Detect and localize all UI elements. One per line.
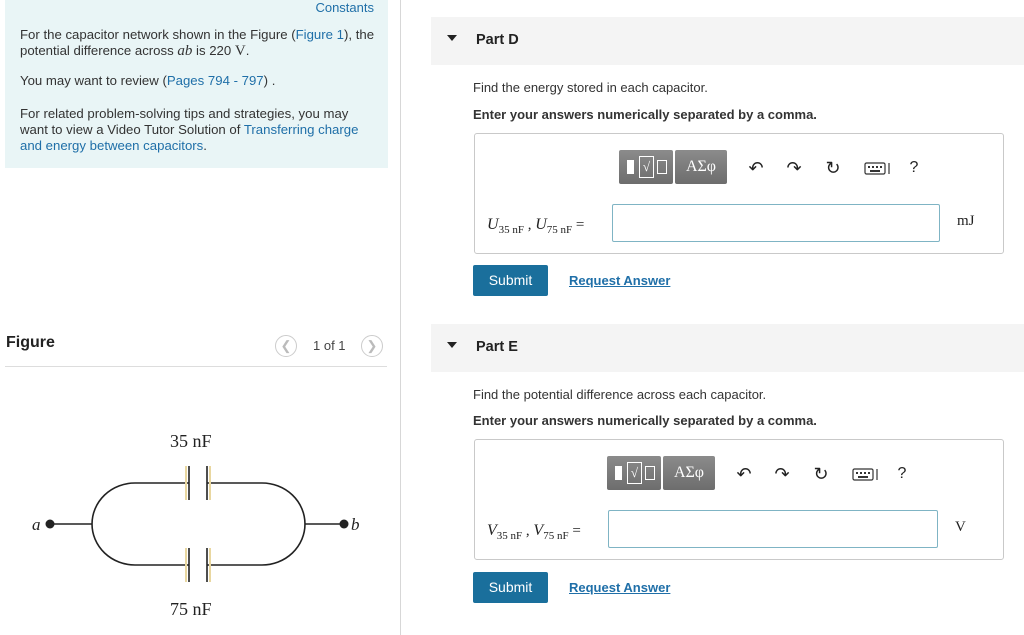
greek-symbols-button[interactable]: ΑΣφ xyxy=(675,150,727,184)
left-panel: Constants For the capacitor network show… xyxy=(0,0,400,635)
reset-icon[interactable]: ↻ xyxy=(809,462,833,486)
help-icon[interactable]: ? xyxy=(902,156,926,180)
part-e: Part E Find the potential difference acr… xyxy=(431,324,1024,614)
capacitor-bottom xyxy=(188,548,208,582)
reset-icon[interactable]: ↻ xyxy=(821,156,845,180)
keyboard-icon[interactable] xyxy=(851,462,881,486)
part-d-instruction: Enter your answers numerically separated… xyxy=(473,107,817,122)
cap-bottom-label: 75 nF xyxy=(170,599,212,619)
part-d-title: Part D xyxy=(476,32,519,48)
sqrt-icon: √ xyxy=(627,462,642,484)
part-e-instruction: Enter your answers numerically separated… xyxy=(473,413,817,428)
node-a-label: a xyxy=(32,515,41,534)
part-e-answer-input[interactable] xyxy=(608,510,938,548)
part-e-header[interactable]: Part E xyxy=(431,324,1024,372)
node-b-dot xyxy=(339,519,349,529)
problem-intro: Constants For the capacitor network show… xyxy=(5,0,388,168)
panel-divider xyxy=(400,0,401,635)
wire-right-arc xyxy=(261,482,306,566)
part-d-prompt: Find the energy stored in each capacitor… xyxy=(473,80,708,95)
chevron-left-icon[interactable]: ❮ xyxy=(275,335,297,357)
figure-divider xyxy=(5,366,387,367)
part-d-header[interactable]: Part D xyxy=(431,17,1024,65)
sqrt-icon: √ xyxy=(639,156,654,178)
part-d: Part D Find the energy stored in each ca… xyxy=(431,17,1024,307)
help-icon[interactable]: ? xyxy=(890,462,914,486)
part-e-title: Part E xyxy=(476,339,518,355)
node-b-label: b xyxy=(351,515,360,534)
caret-down-icon[interactable] xyxy=(447,342,457,348)
keyboard-icon[interactable] xyxy=(863,156,893,180)
figure-title: Figure xyxy=(6,334,55,351)
pages-link[interactable]: Pages 794 - 797 xyxy=(167,73,264,88)
part-d-answer-input[interactable] xyxy=(612,204,940,242)
part-e-answer-box: √ ΑΣφ ↶ ↷ ↻ ? V35 nF , V75 nF = V xyxy=(474,439,1004,560)
constants-link[interactable]: Constants xyxy=(315,0,374,15)
node-a-dot xyxy=(45,519,55,529)
part-d-request-answer-link[interactable]: Request Answer xyxy=(569,273,670,288)
chevron-right-icon[interactable]: ❯ xyxy=(361,335,383,357)
tutor-hint: For related problem-solving tips and str… xyxy=(20,106,359,153)
undo-icon[interactable]: ↶ xyxy=(744,156,768,180)
greek-symbols-button[interactable]: ΑΣφ xyxy=(663,456,715,490)
figure-link[interactable]: Figure 1 xyxy=(296,27,344,42)
part-d-answer-box: √ ΑΣφ ↶ ↷ ↻ ? U35 nF , U75 nF = mJ xyxy=(474,133,1004,254)
undo-icon[interactable]: ↶ xyxy=(732,462,756,486)
part-e-unit: V xyxy=(955,519,966,535)
part-e-prompt: Find the potential difference across eac… xyxy=(473,387,767,402)
redo-icon[interactable]: ↷ xyxy=(770,462,794,486)
page-count: 1 of 1 xyxy=(313,338,346,353)
part-d-unit: mJ xyxy=(957,213,975,229)
problem-statement: For the capacitor network shown in the F… xyxy=(20,27,375,59)
redo-icon[interactable]: ↷ xyxy=(782,156,806,180)
cap-top-label: 35 nF xyxy=(170,431,212,451)
review-pages: You may want to review (Pages 794 - 797)… xyxy=(20,73,276,88)
wire-left-arc xyxy=(91,482,136,566)
templates-button[interactable]: √ xyxy=(607,456,661,490)
caret-down-icon[interactable] xyxy=(447,35,457,41)
part-d-submit-button[interactable]: Submit xyxy=(473,265,548,296)
capacitor-circuit-diagram: a b 35 nF 75 nF xyxy=(32,431,360,619)
templates-button[interactable]: √ xyxy=(619,150,673,184)
part-e-request-answer-link[interactable]: Request Answer xyxy=(569,580,670,595)
capacitor-top xyxy=(188,466,208,500)
part-d-variable-label: U35 nF , U75 nF = xyxy=(487,216,585,236)
part-e-variable-label: V35 nF , V75 nF = xyxy=(487,522,581,542)
part-e-submit-button[interactable]: Submit xyxy=(473,572,548,603)
